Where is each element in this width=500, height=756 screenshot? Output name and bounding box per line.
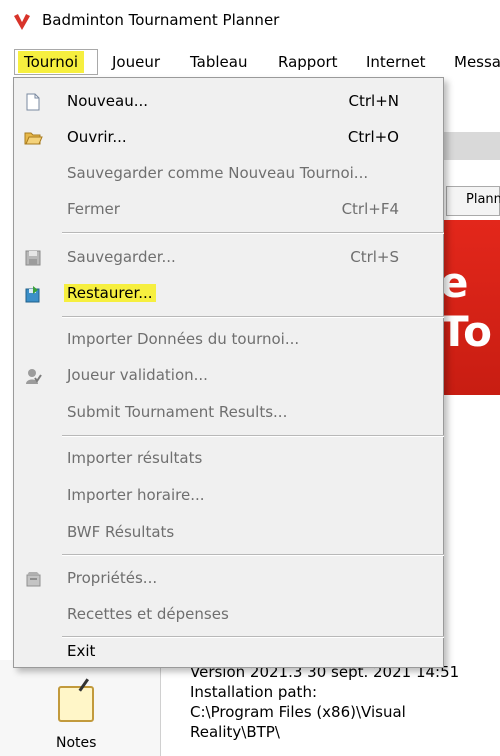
menu-item-sauvegarder-comme[interactable]: Sauvegarder comme Nouveau Tournoi... <box>14 155 443 191</box>
menu-item-label: Sauvegarder... <box>67 248 176 266</box>
menu-internet-label: Internet <box>366 53 426 71</box>
menu-item-fermer[interactable]: Fermer Ctrl+F4 <box>14 191 443 227</box>
player-validation-icon <box>26 369 42 384</box>
menu-messages-label: Messa <box>454 53 500 71</box>
menu-item-label: Fermer <box>67 200 120 218</box>
window-title: Badminton Tournament Planner <box>42 11 280 29</box>
open-folder-icon <box>24 132 43 145</box>
menu-item-ouvrir[interactable]: Ouvrir... Ctrl+O <box>14 119 443 155</box>
menu-item-label: Restaurer... <box>64 284 156 302</box>
menu-item-restaurer[interactable]: Restaurer... <box>14 275 443 311</box>
menu-messages[interactable]: Messa <box>448 51 500 73</box>
title-bar: Badminton Tournament Planner <box>0 0 500 40</box>
restore-icon <box>25 286 40 303</box>
tournoi-dropdown-menu: Nouveau... Ctrl+N Ouvrir... Ctrl+O Sauve… <box>13 77 444 668</box>
menu-tournoi-frame <box>14 49 98 75</box>
menu-item-nouveau[interactable]: Nouveau... Ctrl+N <box>14 83 443 119</box>
menu-item-label: Importer Données du tournoi... <box>67 330 300 348</box>
menu-item-bwf-resultats[interactable]: BWF Résultats <box>14 514 443 550</box>
menu-item-recettes-depenses[interactable]: Recettes et dépenses <box>14 596 443 632</box>
menu-item-label: Nouveau... <box>67 92 149 110</box>
install-path-value-2: Reality\BTP\ <box>190 723 280 741</box>
menu-item-importer-donnees[interactable]: Importer Données du tournoi... <box>14 321 443 357</box>
menu-item-label: Importer horaire... <box>67 486 205 504</box>
menu-internet[interactable]: Internet <box>360 51 432 73</box>
menu-separator <box>62 554 444 556</box>
background-tab-label: Plann <box>466 192 500 207</box>
menu-rapport-label: Rapport <box>278 53 338 71</box>
menu-item-label: Exit <box>67 642 96 660</box>
menu-item-sauvegarder[interactable]: Sauvegarder... Ctrl+S <box>14 239 443 275</box>
save-icon <box>25 250 41 266</box>
menu-item-label: Submit Tournament Results... <box>67 403 288 421</box>
menu-item-label: Sauvegarder comme Nouveau Tournoi... <box>67 164 369 182</box>
new-document-icon <box>26 93 40 111</box>
install-path-value-1: C:\Program Files (x86)\Visual <box>190 703 406 721</box>
menu-item-shortcut: Ctrl+N <box>348 92 399 110</box>
menu-item-importer-horaire[interactable]: Importer horaire... <box>14 477 443 513</box>
notes-label: Notes <box>56 735 97 751</box>
menu-item-shortcut: Ctrl+S <box>350 248 399 266</box>
version-info: Version 2021.3 30 sept. 2021 14:51 Insta… <box>190 662 459 742</box>
menu-item-submit-results[interactable]: Submit Tournament Results... <box>14 394 443 430</box>
notes-icon[interactable] <box>58 686 94 722</box>
properties-icon <box>26 572 41 587</box>
menu-tableau[interactable]: Tableau <box>184 51 254 73</box>
menu-item-shortcut: Ctrl+F4 <box>341 200 399 218</box>
menu-rapport[interactable]: Rapport <box>272 51 344 73</box>
menu-tableau-label: Tableau <box>190 53 248 71</box>
menu-item-label: Joueur validation... <box>67 366 208 384</box>
shuttlecock-logo-icon <box>14 14 30 30</box>
menu-item-exit[interactable]: Exit <box>14 633 443 669</box>
install-path-label: Installation path: <box>190 683 318 701</box>
banner-text: e To <box>440 258 492 356</box>
menu-joueur[interactable]: Joueur <box>106 51 166 73</box>
menu-item-joueur-validation[interactable]: Joueur validation... <box>14 357 443 393</box>
menu-item-label: Ouvrir... <box>67 128 127 146</box>
menu-item-importer-resultats[interactable]: Importer résultats <box>14 440 443 476</box>
menu-separator <box>62 316 444 318</box>
menu-separator <box>62 435 444 437</box>
menu-separator <box>62 232 444 234</box>
menu-item-proprietes[interactable]: Propriétés... <box>14 560 443 596</box>
menu-item-label: Propriétés... <box>67 569 158 587</box>
menu-item-label: Importer résultats <box>67 449 203 467</box>
menu-item-label: Recettes et dépenses <box>67 605 229 623</box>
menu-item-label: BWF Résultats <box>67 523 175 541</box>
menu-item-shortcut: Ctrl+O <box>347 128 399 146</box>
menu-joueur-label: Joueur <box>112 53 161 71</box>
